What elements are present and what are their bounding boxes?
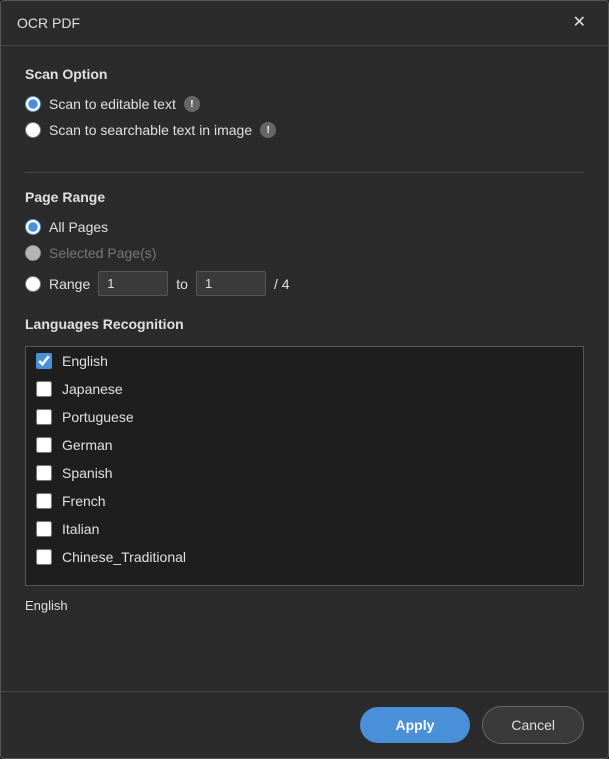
list-item[interactable]: Chinese_Traditional — [26, 543, 583, 571]
range-from-input[interactable] — [98, 271, 168, 296]
all-pages-label: All Pages — [49, 219, 108, 235]
editable-info-icon: ! — [184, 96, 200, 112]
selected-languages-display: English — [25, 590, 584, 621]
cancel-button[interactable]: Cancel — [482, 706, 584, 744]
french-label: French — [62, 493, 106, 509]
scan-editable-option[interactable]: Scan to editable text ! — [25, 96, 584, 112]
list-item[interactable]: English — [26, 347, 583, 375]
japanese-checkbox[interactable] — [36, 381, 52, 397]
italian-label: Italian — [62, 521, 99, 537]
scan-searchable-label: Scan to searchable text in image — [49, 122, 252, 138]
list-item[interactable]: Spanish — [26, 459, 583, 487]
selected-pages-option[interactable]: Selected Page(s) — [25, 245, 584, 261]
scan-searchable-option[interactable]: Scan to searchable text in image ! — [25, 122, 584, 138]
scan-option-section: Scan Option Scan to editable text ! Scan… — [25, 66, 584, 148]
dialog-title: OCR PDF — [17, 15, 80, 31]
portuguese-label: Portuguese — [62, 409, 134, 425]
languages-section: Languages Recognition English Japanese P… — [25, 316, 584, 671]
list-item[interactable]: Italian — [26, 515, 583, 543]
list-item[interactable]: French — [26, 487, 583, 515]
selected-pages-label: Selected Page(s) — [49, 245, 156, 261]
languages-title: Languages Recognition — [25, 316, 584, 332]
scan-editable-radio[interactable] — [25, 96, 41, 112]
english-label: English — [62, 353, 108, 369]
divider-1 — [25, 172, 584, 173]
range-radio[interactable] — [25, 276, 41, 292]
dialog-content: Scan Option Scan to editable text ! Scan… — [1, 46, 608, 691]
dialog-footer: Apply Cancel — [1, 691, 608, 758]
ocr-pdf-dialog: OCR PDF ✕ Scan Option Scan to editable t… — [0, 0, 609, 759]
german-label: German — [62, 437, 113, 453]
range-to-input[interactable] — [196, 271, 266, 296]
italian-checkbox[interactable] — [36, 521, 52, 537]
total-pages-label: / 4 — [274, 276, 290, 292]
english-checkbox[interactable] — [36, 353, 52, 369]
selected-pages-radio[interactable] — [25, 245, 41, 261]
scan-option-title: Scan Option — [25, 66, 584, 82]
list-item[interactable]: Portuguese — [26, 403, 583, 431]
page-range-section: Page Range All Pages Selected Page(s) Ra… — [25, 189, 584, 296]
portuguese-checkbox[interactable] — [36, 409, 52, 425]
searchable-info-icon: ! — [260, 122, 276, 138]
spanish-checkbox[interactable] — [36, 465, 52, 481]
apply-button[interactable]: Apply — [360, 707, 471, 743]
scan-searchable-radio[interactable] — [25, 122, 41, 138]
japanese-label: Japanese — [62, 381, 123, 397]
spanish-label: Spanish — [62, 465, 113, 481]
range-label: Range — [49, 276, 90, 292]
all-pages-radio[interactable] — [25, 219, 41, 235]
close-button[interactable]: ✕ — [567, 13, 592, 33]
languages-list[interactable]: English Japanese Portuguese German — [25, 346, 584, 586]
page-range-title: Page Range — [25, 189, 584, 205]
range-to-text: to — [176, 276, 188, 292]
range-row: Range to / 4 — [25, 271, 584, 296]
french-checkbox[interactable] — [36, 493, 52, 509]
list-item[interactable]: Japanese — [26, 375, 583, 403]
chinese-traditional-label: Chinese_Traditional — [62, 549, 186, 565]
german-checkbox[interactable] — [36, 437, 52, 453]
title-bar: OCR PDF ✕ — [1, 1, 608, 46]
list-item[interactable]: German — [26, 431, 583, 459]
all-pages-option[interactable]: All Pages — [25, 219, 584, 235]
scan-editable-label: Scan to editable text — [49, 96, 176, 112]
chinese-traditional-checkbox[interactable] — [36, 549, 52, 565]
